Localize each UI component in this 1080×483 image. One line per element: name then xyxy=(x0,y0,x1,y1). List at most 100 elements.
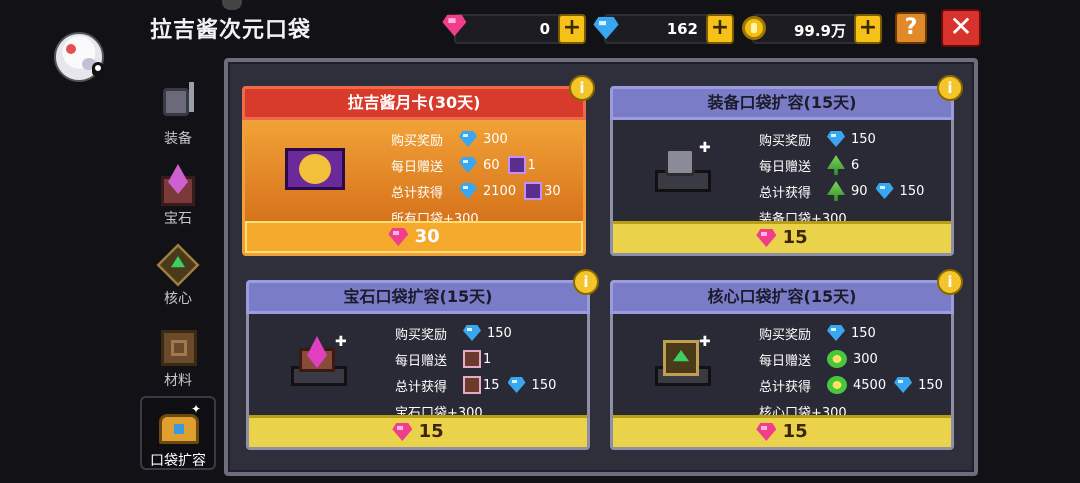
offer-body: ✚ 购买奖励 150 每日赠送 1 总计获得 15 150 宝石口袋+300 xyxy=(249,314,587,421)
tab-equipment[interactable]: 装备 xyxy=(140,76,216,154)
price-value: 15 xyxy=(418,421,444,442)
offer-rows: 购买奖励 150 每日赠送 1 总计获得 15 150 宝石口袋+300 xyxy=(395,320,564,424)
chest-icon: ✦ xyxy=(155,403,201,450)
equipment-shard-icon xyxy=(827,155,845,175)
coin-icon xyxy=(740,14,768,44)
offer-body: ✚ 购买奖励 150 每日赠送 6 总计获得 90 150 装备口袋+300 xyxy=(613,120,951,227)
daily-gift-row: 每日赠送 60 1 xyxy=(391,156,536,175)
tab-materials[interactable]: 材料 xyxy=(140,318,216,396)
blue-gem-icon xyxy=(827,131,845,147)
pink-gem-icon xyxy=(392,423,412,441)
card-token-icon xyxy=(524,182,543,200)
page-title: 拉吉酱次元口袋 xyxy=(150,18,312,43)
price-value: 15 xyxy=(782,421,808,442)
tab-label: 装备 xyxy=(164,131,192,147)
pink-gem-icon xyxy=(756,229,776,247)
core-tree-icon xyxy=(155,242,201,288)
gem-pocket-offer[interactable]: 宝石口袋扩容(15天) i ✚ 购买奖励 150 每日赠送 1 总计获得 15 … xyxy=(246,269,599,450)
pink-gem-icon xyxy=(388,228,408,246)
total-gain-row: 总计获得 15 150 xyxy=(395,376,557,395)
armor-icon xyxy=(155,82,201,128)
gem-scroll-icon xyxy=(463,350,481,368)
add-blue-gem-button[interactable]: + xyxy=(706,14,734,44)
offer-title: 装备口袋扩容(15天) xyxy=(610,86,954,120)
tab-core[interactable]: 核心 xyxy=(140,236,216,314)
core-essence-icon xyxy=(827,376,847,394)
price-value: 15 xyxy=(782,227,808,248)
offer-title: 拉吉酱月卡(30天) xyxy=(242,86,586,120)
blue-gem-icon xyxy=(592,14,620,44)
blue-gem-icon xyxy=(876,183,894,199)
tab-pocket-expansion[interactable]: ✦ 口袋扩容 xyxy=(140,396,216,470)
coin-counter: 99.9万 + xyxy=(742,14,882,44)
purchase-reward-row: 购买奖励 300 xyxy=(391,131,508,149)
info-icon[interactable]: i xyxy=(573,269,599,295)
blue-gem-icon xyxy=(459,131,477,147)
pink-gem-icon xyxy=(756,423,776,441)
blue-gem-icon xyxy=(827,325,845,341)
material-box-icon xyxy=(155,324,201,370)
blue-gem-counter: 162 + xyxy=(599,14,734,44)
offer-body: 购买奖励 300 每日赠送 60 1 总计获得 2100 30 所有口袋+300 xyxy=(245,120,583,227)
info-icon[interactable]: i xyxy=(569,75,595,101)
offer-rows: 购买奖励 150 每日赠送 6 总计获得 90 150 装备口袋+300 xyxy=(759,126,932,230)
tab-label: 核心 xyxy=(164,291,192,307)
info-icon[interactable]: i xyxy=(937,269,963,295)
purchase-reward-row: 购买奖励 150 xyxy=(759,131,876,149)
offer-body: ✚ 购买奖励 150 每日赠送 300 总计获得 4500 150 核心口袋+3… xyxy=(613,314,951,421)
gem-crystal-icon xyxy=(155,162,201,208)
daily-gift-row: 每日赠送 1 xyxy=(395,350,492,369)
pink-gem-counter: 0 + xyxy=(448,14,586,44)
total-gain-row: 总计获得 4500 150 xyxy=(759,376,943,395)
tab-label: 口袋扩容 xyxy=(150,453,206,469)
total-gain-row: 总计获得 2100 30 xyxy=(391,182,561,201)
gem-crystal-icon: ✚ xyxy=(289,335,349,388)
buy-button[interactable]: 30 xyxy=(245,221,583,253)
total-gain-row: 总计获得 90 150 xyxy=(759,178,932,204)
gem-scroll-icon xyxy=(463,376,481,394)
buy-button[interactable]: 15 xyxy=(613,415,951,447)
monthly-card-icon xyxy=(285,142,345,194)
top-pull-tab[interactable] xyxy=(222,0,242,10)
offer-rows: 购买奖励 150 每日赠送 300 总计获得 4500 150 核心口袋+300 xyxy=(759,320,951,424)
equipment-pocket-offer[interactable]: 装备口袋扩容(15天) i ✚ 购买奖励 150 每日赠送 6 总计获得 90 … xyxy=(610,75,963,256)
blue-gem-icon xyxy=(459,183,477,199)
close-button[interactable]: ✕ xyxy=(941,9,981,47)
buy-button[interactable]: 15 xyxy=(613,221,951,253)
tab-gems[interactable]: 宝石 xyxy=(140,156,216,234)
offer-title: 宝石口袋扩容(15天) xyxy=(246,280,590,314)
buy-button[interactable]: 15 xyxy=(249,415,587,447)
add-coin-button[interactable]: + xyxy=(854,14,882,44)
coin-value: 99.9万 xyxy=(793,22,846,40)
tab-label: 材料 xyxy=(164,373,192,389)
equipment-shard-icon xyxy=(827,181,845,201)
armor-icon: ✚ xyxy=(653,141,713,194)
core-tree-icon: ✚ xyxy=(653,335,713,388)
blue-gem-value: 162 xyxy=(666,20,698,38)
blue-gem-icon xyxy=(508,377,526,393)
pink-gem-icon xyxy=(442,14,470,44)
core-pocket-offer[interactable]: 核心口袋扩容(15天) i ✚ 购买奖励 150 每日赠送 300 总计获得 4… xyxy=(610,269,963,450)
info-icon[interactable]: i xyxy=(937,75,963,101)
price-value: 30 xyxy=(414,226,440,247)
core-essence-icon xyxy=(827,350,847,368)
daily-gift-row: 每日赠送 6 xyxy=(759,152,932,178)
add-pink-gem-button[interactable]: + xyxy=(558,14,586,44)
monthly-card-offer[interactable]: 拉吉酱月卡(30天) i 购买奖励 300 每日赠送 60 1 总计获得 210… xyxy=(242,75,595,256)
help-button[interactable]: ? xyxy=(895,12,927,44)
shop-panel: 拉吉酱月卡(30天) i 购买奖励 300 每日赠送 60 1 总计获得 210… xyxy=(224,58,978,476)
avatar[interactable] xyxy=(54,32,104,82)
card-token-icon xyxy=(507,156,526,174)
qq-icon xyxy=(92,62,104,76)
purchase-reward-row: 购买奖励 150 xyxy=(395,325,512,343)
daily-gift-row: 每日赠送 300 xyxy=(759,350,878,369)
offer-title: 核心口袋扩容(15天) xyxy=(610,280,954,314)
purchase-reward-row: 购买奖励 150 xyxy=(759,325,876,343)
game-screen: 拉吉酱次元口袋 0 + 162 + 99.9万 + ? ✕ 装备 宝石 核心 材… xyxy=(0,0,1080,483)
blue-gem-icon xyxy=(894,377,912,393)
avatar-decoration xyxy=(66,44,76,54)
blue-gem-icon xyxy=(459,157,477,173)
pink-gem-value: 0 xyxy=(539,20,550,38)
blue-gem-icon xyxy=(463,325,481,341)
tab-label: 宝石 xyxy=(164,211,192,227)
